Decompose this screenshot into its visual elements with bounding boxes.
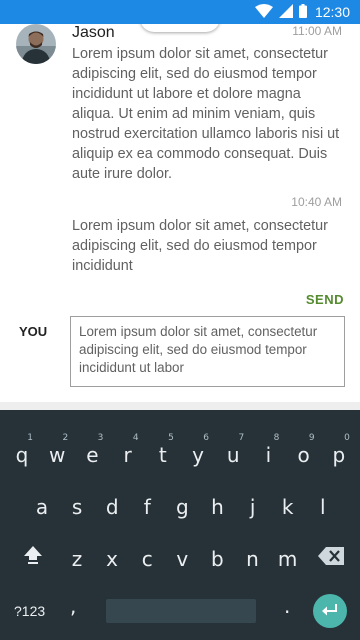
message-text: Lorem ipsum dolor sit amet, consectetur … xyxy=(72,46,340,182)
backspace-key-icon[interactable] xyxy=(318,547,344,569)
wifi-icon xyxy=(254,3,273,22)
key-hint: 3 xyxy=(97,433,104,443)
key-f[interactable]: f xyxy=(130,495,164,519)
period-key[interactable]: . xyxy=(284,594,290,618)
key-t[interactable]: 5t xyxy=(146,433,180,467)
key-n[interactable]: n xyxy=(236,547,270,571)
key-k[interactable]: k xyxy=(271,495,305,519)
key-label: r xyxy=(123,443,132,467)
key-e[interactable]: 3e xyxy=(75,433,109,467)
pull-tab-handle[interactable] xyxy=(140,24,220,32)
avatar[interactable] xyxy=(16,24,56,64)
send-button[interactable]: SEND xyxy=(306,292,344,307)
key-u[interactable]: 7u xyxy=(216,433,250,467)
key-hint: 0 xyxy=(344,433,350,443)
status-bar: 12:30 xyxy=(0,0,360,24)
space-bar[interactable] xyxy=(106,599,256,623)
key-m[interactable]: m xyxy=(271,547,305,571)
key-w[interactable]: 2w xyxy=(40,433,74,467)
key-label: o xyxy=(297,443,310,467)
message-text: Lorem ipsum dolor sit amet, consectetur … xyxy=(72,218,328,274)
key-d[interactable]: d xyxy=(95,495,129,519)
divider xyxy=(0,402,360,410)
shift-key-icon[interactable] xyxy=(22,544,44,570)
key-x[interactable]: x xyxy=(95,547,129,571)
key-label: q xyxy=(15,443,29,467)
battery-icon xyxy=(298,3,307,22)
key-hint: 9 xyxy=(308,433,315,443)
key-p[interactable]: 0p xyxy=(322,433,356,467)
key-hint: 5 xyxy=(168,433,174,443)
you-label: YOU xyxy=(19,324,48,339)
message-input[interactable]: Lorem ipsum dolor sit amet, consectetur … xyxy=(70,316,345,387)
status-time: 12:30 xyxy=(314,4,350,20)
key-v[interactable]: v xyxy=(165,547,199,571)
message-time: 10:40 AM xyxy=(291,195,342,209)
enter-arrow-icon xyxy=(322,604,337,616)
key-c[interactable]: c xyxy=(130,547,164,571)
key-hint: 2 xyxy=(62,433,69,443)
key-i[interactable]: 8i xyxy=(251,433,285,467)
key-label: i xyxy=(265,443,272,467)
symbols-key[interactable]: ?123 xyxy=(14,603,45,619)
key-b[interactable]: b xyxy=(200,547,234,571)
key-hint: 1 xyxy=(27,433,33,443)
message-time: 11:00 AM xyxy=(292,24,342,38)
key-h[interactable]: h xyxy=(201,495,235,519)
key-hint: 7 xyxy=(238,433,245,443)
key-g[interactable]: g xyxy=(165,495,199,519)
key-o[interactable]: 9o xyxy=(287,433,321,467)
key-z[interactable]: z xyxy=(60,547,94,571)
sender-name: Jason xyxy=(72,24,115,41)
key-r[interactable]: 4r xyxy=(111,433,145,467)
comma-key[interactable]: , xyxy=(70,594,76,618)
key-q[interactable]: 1q xyxy=(5,433,39,467)
key-y[interactable]: 6y xyxy=(181,433,215,467)
key-label: u xyxy=(226,443,240,467)
key-label: e xyxy=(86,443,99,467)
key-j[interactable]: j xyxy=(236,495,270,519)
key-label: y xyxy=(192,443,204,467)
chat-thread[interactable]: Jason 11:00 AM Lorem ipsum dolor sit ame… xyxy=(0,24,360,402)
soft-keyboard: 1q2w3e4r5t6y7u8i9o0p asdfghjkl zxcvbnm ?… xyxy=(0,410,360,640)
key-label: p xyxy=(332,443,346,467)
key-hint: 4 xyxy=(132,433,139,443)
key-l[interactable]: l xyxy=(306,495,340,519)
key-hint: 8 xyxy=(273,433,280,443)
enter-key[interactable] xyxy=(313,594,347,628)
key-hint: 6 xyxy=(203,433,209,443)
key-s[interactable]: s xyxy=(60,495,94,519)
key-label: t xyxy=(158,443,167,467)
cellular-signal-icon xyxy=(278,3,293,22)
key-label: w xyxy=(49,443,66,467)
key-a[interactable]: a xyxy=(25,495,59,519)
